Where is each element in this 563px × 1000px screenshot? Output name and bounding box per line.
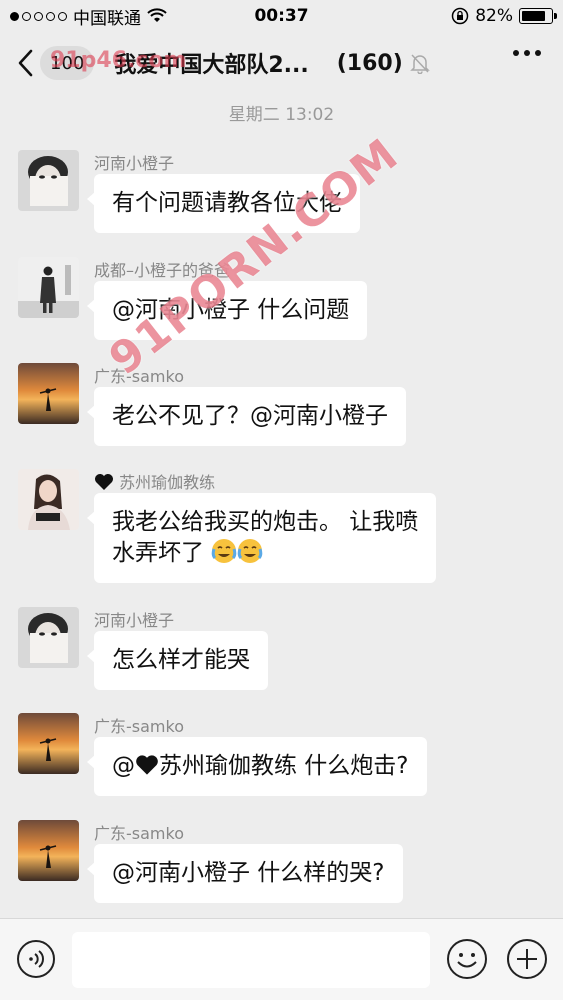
battery-icon	[519, 8, 557, 24]
message-bubble[interactable]: @河南小橙子 什么问题	[86, 281, 368, 340]
message-bubble[interactable]: 老公不见了？@河南小橙子	[87, 387, 406, 446]
avatar[interactable]	[18, 257, 79, 318]
signal-strength-icon	[10, 11, 67, 21]
message-line-text: 水弄坏了	[112, 540, 204, 566]
message-item: 河南小橙子 有个问题请教各位大佬	[18, 150, 548, 233]
message-bubble[interactable]: 怎么样才能哭	[87, 631, 268, 690]
status-left: 中国联通	[10, 4, 167, 29]
message-line: 水弄坏了	[112, 538, 418, 569]
message-item: 苏州瑜伽教练 我老公给我买的炮击。 让我喷 水弄坏了	[18, 469, 548, 589]
crying-face-emoji-icon	[212, 539, 237, 563]
status-bar: 中国联通 00:37 82%	[0, 0, 563, 32]
message-item: 广东-samko @ 苏州瑜伽教练 什么炮击?	[18, 713, 548, 796]
message-bubble[interactable]: 有个问题请教各位大佬	[87, 174, 360, 233]
sender-name: 广东-samko	[94, 824, 184, 843]
message-text: 苏州瑜伽教练 什么炮击?	[159, 753, 409, 779]
avatar[interactable]	[18, 820, 79, 881]
message-input[interactable]	[72, 932, 430, 988]
chat-header: 100 我爱中国大部队2... (160)	[0, 32, 563, 94]
avatar[interactable]	[18, 150, 79, 211]
status-right: 82%	[451, 6, 557, 26]
avatar[interactable]	[18, 607, 79, 668]
input-bar	[0, 918, 563, 1000]
sender-name: 成都–小橙子的爸爸	[94, 261, 231, 280]
sender-name: 广东-samko	[94, 367, 184, 386]
orientation-lock-icon	[451, 7, 469, 25]
sender-name: 河南小橙子	[94, 154, 175, 173]
avatar[interactable]	[18, 469, 79, 530]
more-options-button[interactable]	[513, 50, 541, 56]
mute-bell-icon	[409, 54, 430, 74]
avatar[interactable]	[18, 713, 79, 774]
emoji-icon[interactable]	[446, 938, 488, 980]
message-bubble[interactable]: @河南小橙子 什么样的哭?	[87, 844, 403, 903]
plus-icon[interactable]	[506, 938, 548, 980]
voice-input-icon[interactable]	[16, 939, 56, 979]
sender-name: 广东-samko	[94, 717, 184, 736]
sender-name: 苏州瑜伽教练	[94, 469, 215, 493]
carrier-label: 中国联通	[73, 8, 141, 29]
black-heart-icon	[95, 474, 113, 490]
member-count: (160)	[336, 50, 403, 76]
unread-count-badge[interactable]: 100	[40, 46, 95, 80]
sender-name-text: 苏州瑜伽教练	[119, 473, 216, 492]
wifi-icon	[147, 8, 167, 22]
black-heart-icon	[136, 755, 158, 775]
message-item: 河南小橙子 怎么样才能哭	[18, 607, 548, 690]
chevron-left-icon	[18, 49, 33, 77]
message-timestamp: 星期二 13:02	[228, 105, 335, 125]
message-item: 成都–小橙子的爸爸 @河南小橙子 什么问题	[18, 257, 548, 340]
message-line: 我老公给我买的炮击。 让我喷	[112, 509, 419, 535]
crying-face-emoji-icon	[238, 539, 263, 563]
chat-title: 我爱中国大部队2...	[114, 53, 309, 78]
avatar[interactable]	[18, 363, 79, 424]
mention-prefix: @	[112, 753, 135, 779]
sender-name: 河南小橙子	[94, 611, 175, 630]
message-item: 广东-samko @河南小橙子 什么样的哭?	[18, 820, 548, 903]
message-bubble[interactable]: @ 苏州瑜伽教练 什么炮击?	[87, 737, 427, 796]
battery-percent: 82%	[475, 6, 513, 26]
message-item: 广东-samko 老公不见了？@河南小橙子	[18, 363, 548, 446]
message-bubble[interactable]: 我老公给我买的炮击。 让我喷 水弄坏了	[86, 493, 437, 583]
